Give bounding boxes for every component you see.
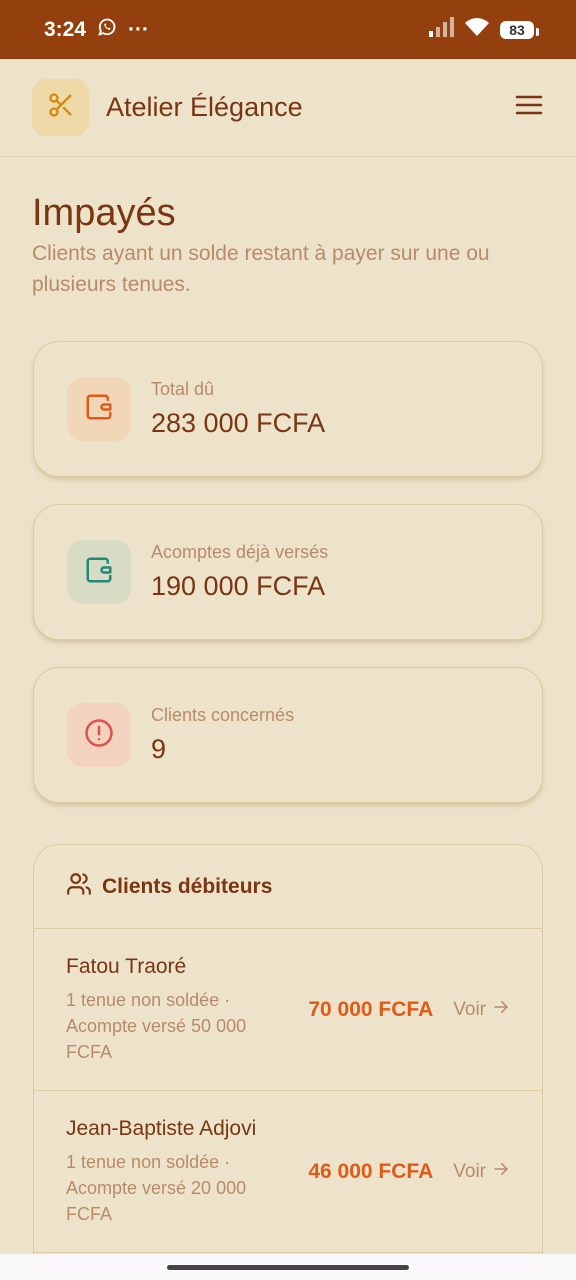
arrow-right-icon [492, 1160, 510, 1184]
wallet-icon [84, 555, 114, 590]
debtors-title: Clients débiteurs [102, 874, 273, 898]
debtor-detail: 1 tenue non soldée · Acompte versé 20 00… [66, 1151, 247, 1224]
view-button[interactable]: Voir [453, 998, 510, 1022]
stat-value: 9 [151, 734, 167, 764]
view-button[interactable]: Voir [453, 1160, 510, 1184]
view-label: Voir [453, 998, 486, 1020]
debtors-card: Clients débiteurs Fatou Traoré 1 tenue n… [33, 844, 543, 1274]
debtor-detail: 1 tenue non soldée · Acompte versé 50 00… [66, 989, 247, 1062]
status-time: 3:24 [44, 17, 87, 41]
stat-value: 190 000 FCFA [151, 571, 326, 601]
stat-label: Clients concernés [151, 705, 295, 725]
scissors-icon [47, 91, 75, 124]
wifi-icon [464, 17, 490, 42]
page-subtitle: Clients ayant un solde restant à payer s… [32, 242, 490, 296]
wallet-icon [84, 392, 114, 427]
page-title: Impayés [32, 192, 176, 234]
more-icon: ··· [128, 17, 150, 41]
home-gesture-handle[interactable] [167, 1265, 409, 1270]
stat-card-total-due: Total dû 283 000 FCFA [33, 341, 543, 477]
alert-circle-icon [84, 718, 114, 753]
stat-icon-box [67, 377, 131, 441]
menu-button[interactable] [514, 93, 544, 123]
status-bar: 3:24 ··· 83 [0, 0, 576, 59]
app-header: Atelier Élégance [0, 59, 576, 157]
debtor-amount: 46 000 FCFA [308, 1159, 434, 1183]
arrow-right-icon [492, 998, 510, 1022]
stat-label: Acomptes déjà versés [151, 542, 329, 562]
whatsapp-icon [96, 16, 118, 44]
stat-icon-box [67, 703, 131, 767]
stat-card-clients: Clients concernés 9 [33, 667, 543, 803]
app-title: Atelier Élégance [106, 92, 303, 122]
debtor-row[interactable]: Fatou Traoré 1 tenue non soldée · Acompt… [34, 929, 542, 1091]
battery-icon: 83 [500, 20, 539, 39]
debtor-name: Jean-Baptiste Adjovi [66, 1116, 257, 1140]
debtor-row[interactable]: Jean-Baptiste Adjovi 1 tenue non soldée … [34, 1091, 542, 1253]
debtors-header: Clients débiteurs [34, 845, 542, 929]
stat-label: Total dû [151, 379, 215, 399]
menu-icon [515, 93, 543, 122]
stat-icon-box [67, 540, 131, 604]
view-label: Voir [453, 1160, 486, 1182]
system-nav-bar [0, 1254, 576, 1280]
debtor-name: Fatou Traoré [66, 954, 187, 978]
stat-card-deposits: Acomptes déjà versés 190 000 FCFA [33, 504, 543, 640]
debtor-amount: 70 000 FCFA [308, 997, 434, 1021]
users-icon [66, 871, 92, 902]
app-logo[interactable] [32, 79, 89, 136]
signal-icon [428, 17, 454, 42]
stat-value: 283 000 FCFA [151, 408, 326, 438]
